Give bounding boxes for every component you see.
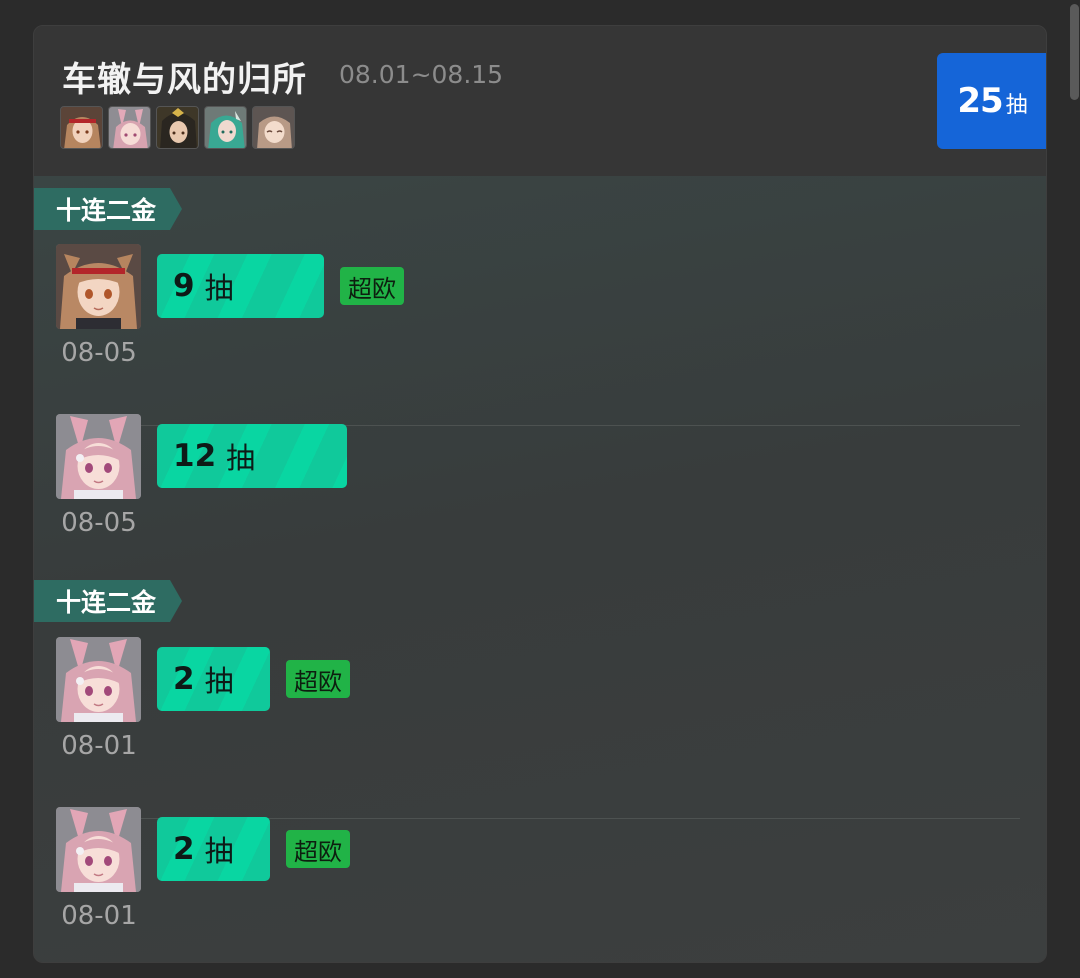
- section-tag-label: 十连二金: [34, 188, 171, 230]
- operator-thumbnail[interactable]: [156, 106, 199, 149]
- operator-thumbnail[interactable]: [108, 106, 151, 149]
- pull-date: 08-01: [61, 731, 137, 761]
- total-pulls-badge: 25 抽: [937, 53, 1046, 149]
- operator-thumbnail[interactable]: [60, 106, 103, 149]
- pull-unit: 抽: [226, 441, 256, 475]
- pull-count: 2: [173, 831, 195, 867]
- pull-count-bar: 12 抽: [157, 424, 347, 488]
- section-tag: 十连二金: [34, 580, 183, 622]
- gacha-pool-card: 车辙与风的归所 08.01~08.15 25 抽 十连二金 08-05 9 抽 …: [33, 25, 1047, 963]
- pull-count-bar: 2 抽: [157, 817, 270, 881]
- pull-unit: 抽: [204, 271, 234, 305]
- pull-record[interactable]: 08-05 12 抽: [56, 414, 1026, 574]
- operator-avatar: [56, 414, 141, 499]
- pull-unit: 抽: [204, 834, 234, 868]
- pull-record[interactable]: 08-01 2 抽 超欧: [56, 637, 1026, 797]
- pull-date: 08-01: [61, 901, 137, 931]
- pull-record[interactable]: 08-05 9 抽 超欧: [56, 244, 1026, 404]
- section-tag: 十连二金: [34, 188, 183, 230]
- operator-avatar: [56, 637, 141, 722]
- scrollbar[interactable]: [1069, 0, 1080, 978]
- scrollbar-thumb[interactable]: [1070, 4, 1079, 100]
- pull-count-bar: 9 抽: [157, 254, 324, 318]
- pull-unit: 抽: [204, 664, 234, 698]
- pull-history: 十连二金 08-05 9 抽 超欧 08-05 12 抽 十连二金 08-01 …: [34, 176, 1046, 962]
- pull-count-bar: 2 抽: [157, 647, 270, 711]
- pull-count: 2: [173, 661, 195, 697]
- operator-avatar: [56, 807, 141, 892]
- operator-thumbnail[interactable]: [204, 106, 247, 149]
- pull-count: 9: [173, 268, 195, 304]
- luck-badge: 超欧: [340, 267, 404, 305]
- pool-title: 车辙与风的归所: [62, 60, 307, 100]
- featured-operators: [60, 106, 295, 150]
- pool-dates: 08.01~08.15: [339, 60, 504, 89]
- total-pulls-unit: 抽: [1005, 93, 1028, 118]
- pull-date: 08-05: [61, 508, 137, 538]
- operator-thumbnail[interactable]: [252, 106, 295, 149]
- pull-count: 12: [173, 438, 217, 474]
- pull-record[interactable]: 08-01 2 抽 超欧: [56, 807, 1026, 962]
- section-tag-label: 十连二金: [34, 580, 171, 622]
- pool-header: 车辙与风的归所 08.01~08.15 25 抽: [34, 26, 1046, 176]
- luck-badge: 超欧: [286, 660, 350, 698]
- operator-avatar: [56, 244, 141, 329]
- total-pulls-count: 25: [957, 81, 1003, 121]
- pull-date: 08-05: [61, 338, 137, 368]
- luck-badge: 超欧: [286, 830, 350, 868]
